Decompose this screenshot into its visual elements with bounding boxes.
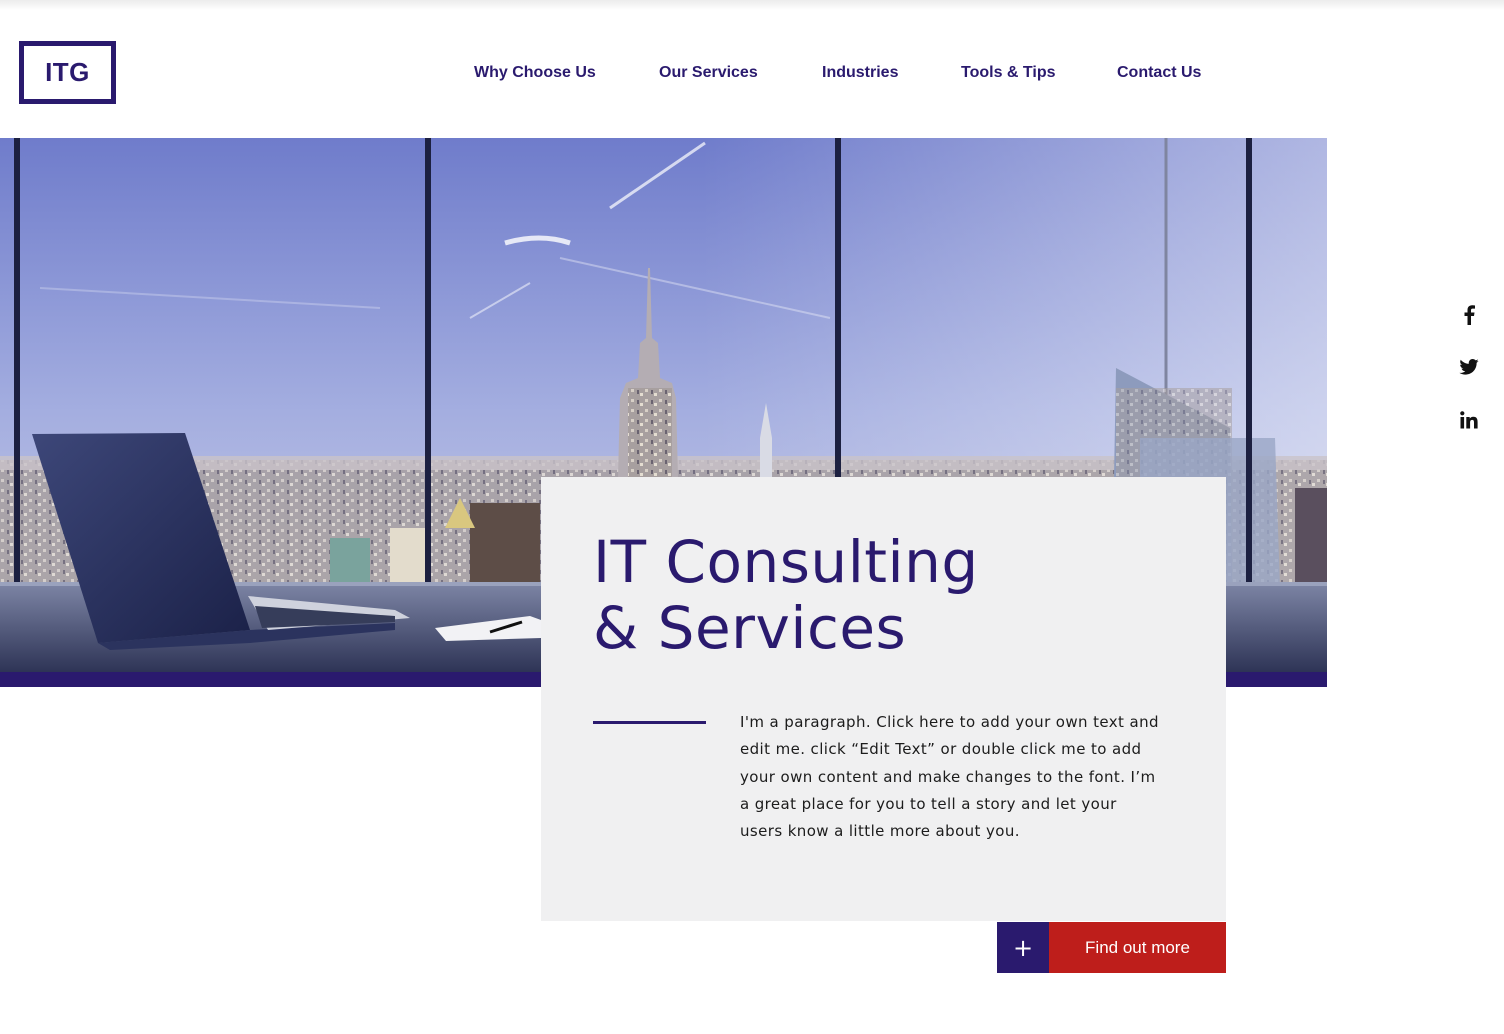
find-out-more-cta: + Find out more	[997, 922, 1226, 973]
nav-contact-us[interactable]: Contact Us	[1117, 62, 1201, 84]
nav-industries[interactable]: Industries	[822, 62, 898, 84]
nav-why-choose-us[interactable]: Why Choose Us	[474, 62, 596, 84]
linkedin-icon[interactable]	[1456, 407, 1482, 433]
hero-title-line2: & Services	[593, 594, 907, 662]
hero-title: IT Consulting & Services	[593, 529, 979, 661]
top-shadow-bar	[0, 0, 1504, 10]
title-divider	[593, 721, 706, 724]
main-nav: Why Choose Us Our Services Industries To…	[0, 62, 1504, 86]
hero-paragraph: I'm a paragraph. Click here to add your …	[740, 713, 1159, 841]
plus-button[interactable]: +	[997, 922, 1049, 973]
hero-title-line1: IT Consulting	[593, 528, 979, 596]
facebook-icon[interactable]	[1456, 302, 1482, 328]
nav-tools-tips[interactable]: Tools & Tips	[961, 62, 1056, 84]
twitter-icon[interactable]	[1456, 354, 1482, 380]
hero-text-card: IT Consulting & Services I'm a paragraph.…	[541, 477, 1226, 921]
nav-our-services[interactable]: Our Services	[659, 62, 758, 84]
find-out-more-button[interactable]: Find out more	[1049, 922, 1226, 973]
